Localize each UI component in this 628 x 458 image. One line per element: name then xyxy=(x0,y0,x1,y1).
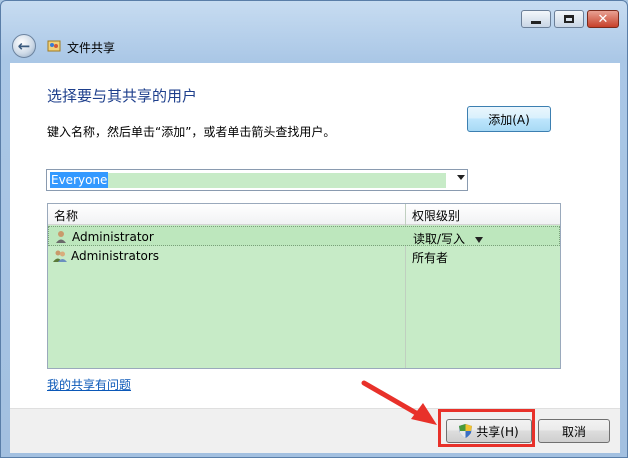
user-input-value[interactable]: Everyone xyxy=(50,172,109,188)
group-icon xyxy=(53,250,67,262)
file-sharing-icon xyxy=(47,40,61,52)
column-header-permission[interactable]: 权限级别 xyxy=(412,207,460,224)
close-button[interactable]: ✕ xyxy=(587,10,619,28)
chevron-down-icon[interactable] xyxy=(475,236,484,243)
annotation-highlight-box xyxy=(438,409,535,447)
table-row[interactable]: Administrators 所有者 xyxy=(48,246,560,266)
permission-dropdown[interactable]: 读取/写入 xyxy=(413,230,484,247)
minimize-button[interactable] xyxy=(521,10,551,28)
user-combobox[interactable]: Everyone xyxy=(46,169,468,191)
dialog-window: ✕ ← 文件共享 选择要与其共享的用户 键入名称，然后单击“添加”，或者单击箭头… xyxy=(0,0,628,458)
row-name: Administrator xyxy=(72,230,154,244)
table-row[interactable]: Administrator 读取/写入 xyxy=(48,226,560,246)
annotation-arrow-icon xyxy=(361,380,437,425)
cancel-button[interactable]: 取消 xyxy=(538,419,610,443)
maximize-icon xyxy=(564,15,574,23)
help-link[interactable]: 我的共享有问题 xyxy=(47,376,131,393)
page-heading: 选择要与其共享的用户 xyxy=(47,87,198,105)
dropdown-arrow-icon[interactable] xyxy=(457,175,465,180)
user-list[interactable]: 名称 权限级别 Administrator 读取/写入 Administrato… xyxy=(47,203,561,369)
minimize-icon xyxy=(531,20,541,24)
combo-selection xyxy=(50,173,446,188)
user-icon xyxy=(56,231,66,243)
back-button[interactable]: ← xyxy=(12,34,36,58)
window-title: 文件共享 xyxy=(67,41,116,55)
maximize-button[interactable] xyxy=(554,10,584,28)
row-name: Administrators xyxy=(71,249,160,263)
instruction-text: 键入名称，然后单击“添加”，或者单击箭头查找用户。 xyxy=(47,125,336,139)
row-permission: 所有者 xyxy=(412,251,449,265)
column-header-name[interactable]: 名称 xyxy=(54,207,78,224)
row-permission: 读取/写入 xyxy=(413,232,466,246)
close-icon: ✕ xyxy=(597,11,609,27)
back-arrow-icon: ← xyxy=(17,37,31,55)
list-header: 名称 权限级别 xyxy=(48,204,560,225)
add-button[interactable]: 添加(A) xyxy=(467,106,551,132)
